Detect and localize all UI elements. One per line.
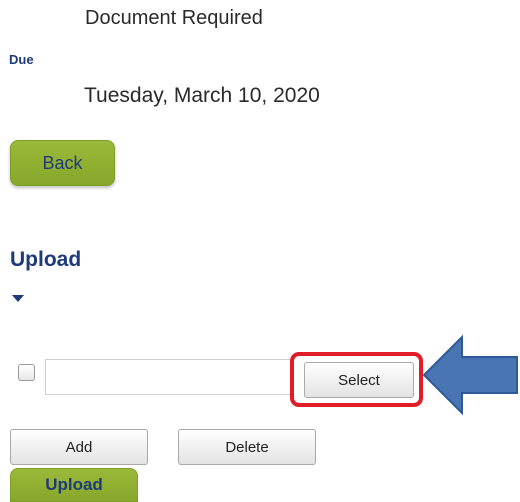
due-label: Due [9, 52, 34, 67]
file-path-input[interactable] [45, 359, 292, 395]
arrow-left-icon [422, 334, 518, 416]
annotation-highlight-box [290, 352, 423, 407]
document-status: Document Required [85, 7, 263, 29]
back-button[interactable]: Back [10, 140, 115, 186]
add-button[interactable]: Add [10, 429, 148, 465]
upload-heading: Upload [10, 248, 82, 271]
delete-button[interactable]: Delete [178, 429, 316, 465]
upload-page: Document Required Due Tuesday, March 10,… [0, 0, 520, 502]
upload-button[interactable]: Upload [10, 468, 138, 502]
due-date: Tuesday, March 10, 2020 [84, 84, 320, 107]
file-select-checkbox[interactable] [18, 364, 35, 381]
caret-down-icon[interactable] [12, 295, 24, 302]
